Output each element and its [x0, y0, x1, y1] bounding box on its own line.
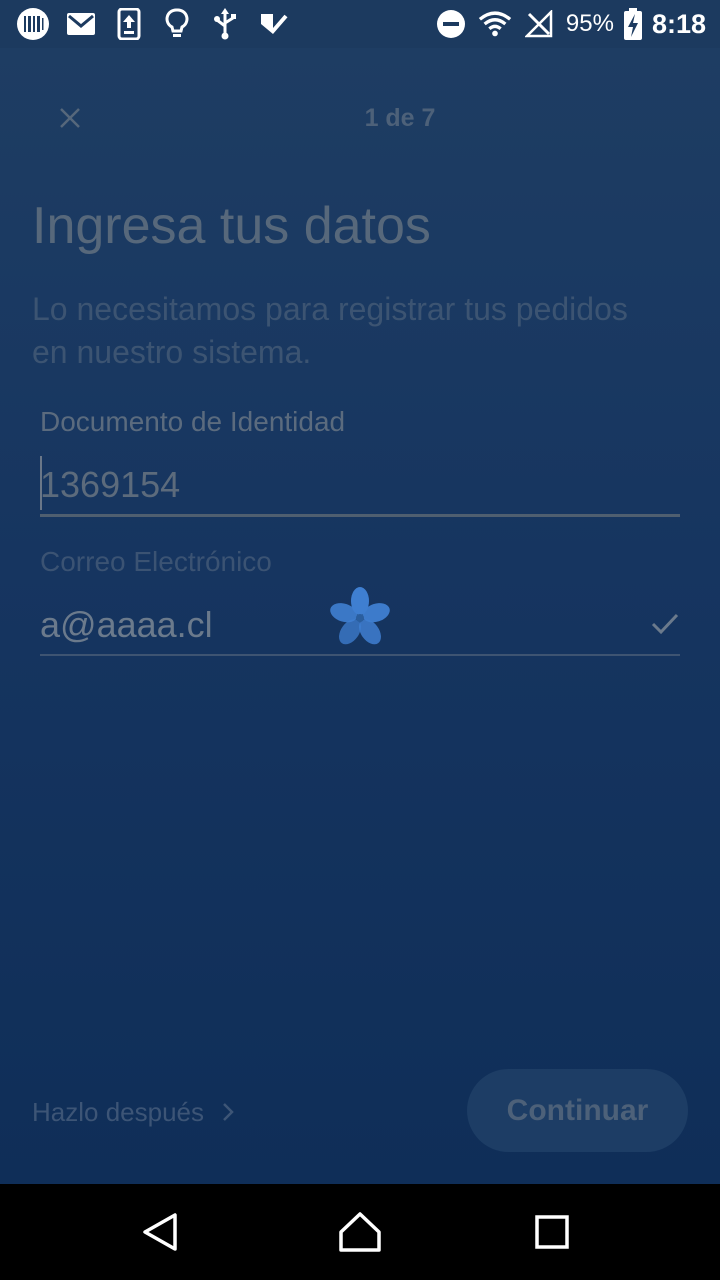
upload-icon: [112, 7, 146, 41]
usb-icon: [208, 7, 242, 41]
notification-icons: [16, 6, 290, 42]
do-not-disturb-icon: [434, 7, 468, 41]
chevron-right-icon: [223, 1103, 234, 1121]
home-button[interactable]: [336, 1208, 384, 1256]
document-field[interactable]: Documento de Identidad 1369154: [40, 406, 680, 518]
home-icon: [339, 1212, 381, 1252]
document-input[interactable]: 1369154: [40, 464, 180, 506]
page-title: Ingresa tus datos: [32, 197, 431, 255]
no-signal-icon: [522, 7, 556, 41]
continue-button[interactable]: Continuar: [467, 1069, 688, 1152]
check-app-icon: [256, 7, 290, 41]
email-field-underline: [40, 654, 680, 656]
do-later-link[interactable]: Hazlo después: [32, 1092, 234, 1132]
email-input[interactable]: a@aaaa.cl: [40, 604, 213, 646]
status-bar: 95% 8:18: [0, 0, 720, 48]
gmail-icon: [64, 7, 98, 41]
back-icon: [143, 1213, 177, 1251]
email-field-label: Correo Electrónico: [40, 546, 272, 577]
back-button[interactable]: [136, 1208, 184, 1256]
page-subtitle: Lo necesitamos para registrar tus pedido…: [32, 291, 628, 370]
document-field-underline: [40, 514, 680, 517]
battery-percent: 95%: [565, 10, 614, 37]
close-button[interactable]: [46, 94, 94, 142]
wifi-icon: [478, 7, 512, 41]
battery-charging-icon: [623, 7, 642, 41]
document-field-label: Documento de Identidad: [40, 406, 346, 437]
recents-icon: [535, 1215, 569, 1249]
close-icon: [60, 108, 80, 128]
check-icon: [651, 613, 679, 635]
do-later-label: Hazlo después: [32, 1096, 204, 1127]
barcode-app-icon: [16, 7, 50, 41]
registration-screen: 1 de 7 Ingresa tus datos Lo necesitamos …: [0, 48, 720, 1184]
step-counter: 1 de 7: [364, 104, 436, 132]
clock: 8:18: [651, 8, 706, 39]
system-icons: 95% 8:18: [434, 6, 706, 42]
lightbulb-icon: [160, 7, 194, 41]
navigation-bar: [0, 1184, 720, 1280]
loading-spinner-icon: [330, 587, 390, 645]
continue-button-label: Continuar: [506, 1093, 649, 1127]
recents-button[interactable]: [528, 1208, 576, 1256]
